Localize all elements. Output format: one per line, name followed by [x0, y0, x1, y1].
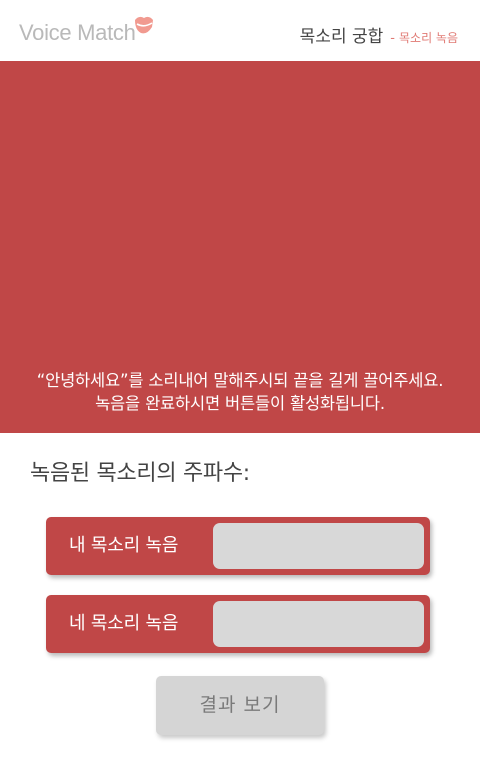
your-voice-record-label: 네 목소리 녹음: [69, 613, 179, 634]
my-voice-record-label: 내 목소리 녹음: [69, 535, 179, 556]
my-voice-frequency-field: [213, 523, 424, 569]
view-result-button[interactable]: 결과 보기: [156, 676, 324, 735]
app-header: Voice Match 목소리 궁합 - 목소리 녹음: [0, 0, 480, 61]
my-voice-record-button[interactable]: 내 목소리 녹음: [46, 517, 430, 575]
instruction-text: “안녕하세요”를 소리내어 말해주시되 끝을 길게 끌어주세요. 녹음을 완료하…: [0, 369, 480, 415]
your-voice-frequency-field: [213, 601, 424, 647]
lips-icon: [135, 16, 153, 34]
recording-area[interactable]: “안녕하세요”를 소리내어 말해주시되 끝을 길게 끌어주세요. 녹음을 완료하…: [0, 61, 480, 433]
instruction-line-1: “안녕하세요”를 소리내어 말해주시되 끝을 길게 끌어주세요.: [36, 371, 444, 390]
page-title: 목소리 궁합: [299, 27, 384, 47]
instruction-line-2: 녹음을 완료하시면 버튼들이 활성화됩니다.: [95, 394, 385, 413]
page-subtitle: 목소리 녹음: [398, 31, 458, 45]
title-separator: -: [390, 31, 395, 46]
frequency-heading: 녹음된 목소리의 주파수:: [30, 461, 250, 486]
app-logo[interactable]: Voice Match: [19, 18, 136, 48]
your-voice-record-button[interactable]: 네 목소리 녹음: [46, 595, 430, 653]
page-title-group: 목소리 궁합 - 목소리 녹음: [300, 22, 458, 47]
